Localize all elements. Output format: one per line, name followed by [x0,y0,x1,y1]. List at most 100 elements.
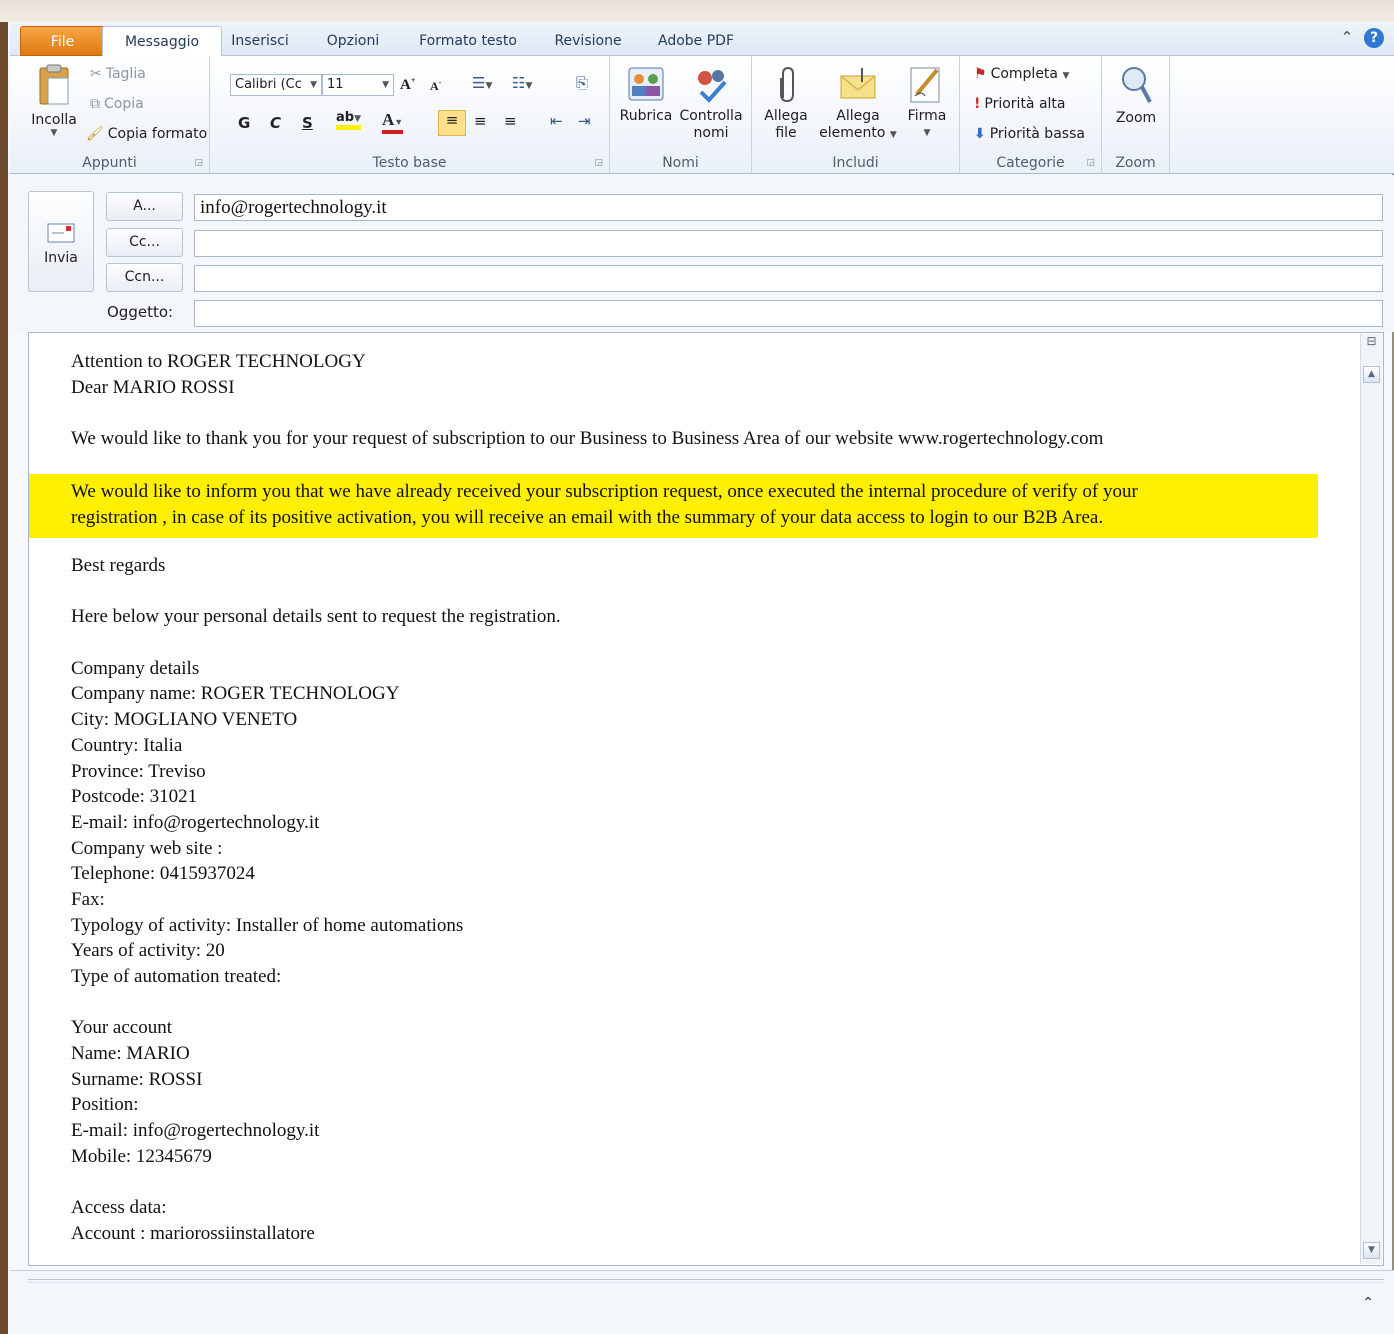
group-zoom: Zoom Zoom [1102,56,1170,174]
body-line: Account : mariorossiinstallatore [71,1222,315,1244]
address-book-label: Rubrica [619,108,673,124]
dialog-launcher-icon[interactable]: ◲ [594,158,603,168]
low-importance-button[interactable]: ⬇ Priorità bassa [974,126,1085,142]
address-book-button[interactable]: Rubrica [618,64,674,124]
font-name-select[interactable]: Calibri (Cc ▼ [230,74,322,96]
tab-inserisci[interactable]: Inserisci [222,26,298,56]
align-left-button[interactable]: ≡ [438,110,466,136]
dialog-launcher-icon[interactable]: ◲ [1086,158,1095,168]
decrease-indent-icon[interactable]: ⇤ [550,112,563,130]
font-size-select[interactable]: 11 ▼ [322,74,394,96]
subject-field[interactable] [194,300,1383,327]
attach-file-button[interactable]: Allega file [758,64,814,142]
body-line: Country: Italia [71,734,183,756]
check-names-label-2: nomi [693,125,729,141]
exclamation-icon: ! [974,96,981,112]
tab-revisione[interactable]: Revisione [542,26,634,56]
align-center-button[interactable]: ≡ [474,112,487,130]
cut-button[interactable]: ✂ Taglia [90,66,146,82]
numbering-icon[interactable]: ☷▼ [512,74,532,92]
chevron-down-icon: ▼ [1062,71,1070,81]
cc-button[interactable]: Cc... [106,228,183,257]
body-line: Years of activity: 20 [71,940,225,962]
body-line: E-mail: info@rogertechnology.it [71,811,320,833]
ruler-toggle-icon[interactable]: ⊟ [1363,334,1380,351]
follow-up-label: Completa [990,66,1058,82]
message-body[interactable]: Attention to ROGER TECHNOLOGY Dear MARIO … [28,332,1384,1266]
body-line: registration , in case of its positive a… [71,506,1104,528]
minimize-ribbon-icon[interactable]: ⌃ [1341,28,1354,46]
font-name-value: Calibri (Cc [235,77,302,92]
tab-adobe-pdf[interactable]: Adobe PDF [650,26,742,56]
vertical-scrollbar[interactable]: ⊟ ▲ ▼ [1360,334,1382,1264]
group-testo-base: Calibri (Cc ▼ 11 ▼ A+ A- ☰▼ ☷▼ ⎘ G C S a… [210,56,610,174]
cc-field[interactable] [194,230,1383,257]
high-importance-label: Priorità alta [984,96,1066,112]
group-categorie: ⚑ Completa ▼ ! Priorità alta ⬇ Priorità bas… [960,56,1102,174]
send-button[interactable]: Invia [28,191,94,292]
body-line: Postcode: 31021 [71,786,198,808]
group-nomi: Rubrica Controlla nomi Nomi [610,56,752,174]
signature-label: Firma [907,108,947,124]
signature-button[interactable]: Firma ▼ [902,64,952,142]
address-book-icon [628,67,664,101]
scroll-up-icon[interactable]: ▲ [1363,366,1380,383]
group-includi: Allega file Allega elemento ▼ Firma ▼ In… [752,56,960,174]
body-line: Mobile: 12345679 [71,1145,212,1167]
body-line: Company details [71,657,200,679]
bcc-field[interactable] [194,265,1383,292]
dialog-launcher-icon[interactable]: ◲ [194,158,203,168]
group-label-nomi: Nomi [662,155,699,171]
underline-button[interactable]: S [302,114,313,132]
body-line: City: MOGLIANO VENETO [71,709,298,731]
bullets-icon[interactable]: ☰▼ [472,74,492,92]
scroll-down-icon[interactable]: ▼ [1363,1242,1380,1259]
high-importance-button[interactable]: ! Priorità alta [974,96,1066,112]
body-line: Typology of activity: Installer of home … [71,914,464,936]
follow-up-button[interactable]: ⚑ Completa ▼ [974,66,1069,82]
body-line [71,400,1331,426]
font-color-icon[interactable]: A▼ [382,110,404,134]
body-line: We would like to inform you that we have… [71,481,1138,502]
people-pane-splitter[interactable] [28,1279,1384,1283]
italic-button[interactable]: C [270,114,281,132]
tab-formato-testo[interactable]: Formato testo [410,26,526,56]
down-arrow-icon: ⬇ [974,126,986,142]
format-painter-button[interactable]: 🖌 Copia formato [86,126,207,142]
zoom-button[interactable]: Zoom [1108,64,1164,126]
to-button[interactable]: A... [106,192,183,221]
body-line: Fax: [71,888,105,910]
chevron-down-icon: ▼ [889,130,897,140]
tab-file[interactable]: File [20,26,105,56]
highlighted-paragraph: We would like to inform you that we have… [71,479,1321,530]
attach-file-label-1: Allega [764,108,808,124]
grow-font-icon[interactable]: A+ [400,76,415,94]
send-envelope-icon [47,223,75,243]
increase-indent-icon[interactable]: ⇥ [578,112,591,130]
check-names-button[interactable]: Controlla nomi [676,64,746,142]
tab-opzioni[interactable]: Opzioni [316,26,390,56]
attach-item-button[interactable]: Allega elemento ▼ [818,64,898,144]
to-field[interactable]: info@rogertechnology.it [194,194,1383,221]
check-names-label-1: Controlla [679,108,743,124]
tab-messaggio[interactable]: Messaggio [102,26,222,57]
styles-icon[interactable]: ⎘ [576,74,588,92]
bcc-button[interactable]: Ccn... [106,263,183,292]
body-line: Access data: [71,1197,167,1219]
body-line: Name: MARIO [71,1043,190,1065]
ribbon: Incolla ▼ ✂ Taglia ⧉ Copia 🖌 Copia formato … [10,56,1394,174]
shrink-font-icon[interactable]: A- [430,78,441,94]
bold-button[interactable]: G [238,114,250,132]
copy-button[interactable]: ⧉ Copia [90,96,144,112]
chevron-down-icon: ▼ [50,128,58,138]
group-label-includi: Includi [832,155,879,171]
align-right-button[interactable]: ≡ [504,112,517,130]
highlight-color-icon[interactable]: ab▼ [336,110,361,130]
people-pane-bar: ⌃ [10,1270,1394,1334]
help-icon[interactable]: ? [1364,28,1384,48]
chevron-up-icon[interactable]: ⌃ [1362,1295,1374,1311]
attach-file-label-2: file [775,125,797,141]
low-importance-label: Priorità bassa [989,126,1085,142]
title-bar [0,0,1394,22]
paste-button[interactable]: Incolla ▼ [24,64,84,138]
